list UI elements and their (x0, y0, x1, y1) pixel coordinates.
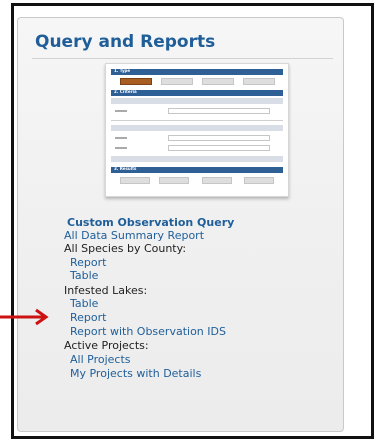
thumb-button (244, 177, 274, 184)
red-arrow-icon (0, 308, 49, 326)
all-data-summary-report-link[interactable]: All Data Summary Report (64, 229, 204, 242)
active-projects-heading: Active Projects: (64, 339, 149, 352)
thumb-criteria-label: 2. Criteria (114, 89, 137, 94)
thumb-button (120, 177, 150, 184)
species-by-county-heading: All Species by County: (64, 242, 187, 255)
species-county-report-link[interactable]: Report (70, 256, 106, 269)
thumb-field (168, 145, 270, 151)
thumb-subheader (111, 98, 283, 104)
infested-lakes-report-link[interactable]: Report (70, 311, 106, 324)
thumb-field (168, 135, 270, 141)
title-divider (32, 58, 333, 59)
species-county-table-link[interactable]: Table (70, 269, 98, 282)
thumb-subheader (111, 125, 283, 131)
thumb-button (202, 78, 234, 85)
thumb-results-bar: 3. Results (111, 166, 283, 173)
infested-lakes-heading: Infested Lakes: (64, 284, 148, 297)
thumb-type-bar: 1. Type (111, 68, 283, 75)
thumb-label (115, 147, 127, 149)
thumb-label (115, 110, 127, 112)
infested-lakes-table-link[interactable]: Table (70, 297, 98, 310)
custom-query-thumbnail[interactable]: 1. Type 2. Criteria 3. Results (105, 63, 289, 197)
thumb-results-label: 3. Results (114, 166, 137, 171)
thumb-button (243, 78, 275, 85)
custom-observation-query-link[interactable]: Custom Observation Query (67, 216, 234, 229)
thumb-divider (111, 120, 283, 121)
my-projects-details-link[interactable]: My Projects with Details (70, 367, 201, 380)
infested-lakes-report-ids-link[interactable]: Report with Observation IDS (70, 325, 226, 338)
panel-title: Query and Reports (35, 32, 216, 52)
thumb-button (202, 177, 232, 184)
thumb-button (161, 78, 193, 85)
all-projects-link[interactable]: All Projects (70, 353, 131, 366)
thumb-button (120, 78, 152, 85)
thumb-criteria-bar: 2. Criteria (111, 89, 283, 96)
thumb-button (159, 177, 189, 184)
thumb-type-label: 1. Type (114, 68, 131, 73)
thumb-field (168, 108, 270, 114)
thumb-subheader (111, 156, 283, 162)
thumb-label (115, 137, 127, 139)
